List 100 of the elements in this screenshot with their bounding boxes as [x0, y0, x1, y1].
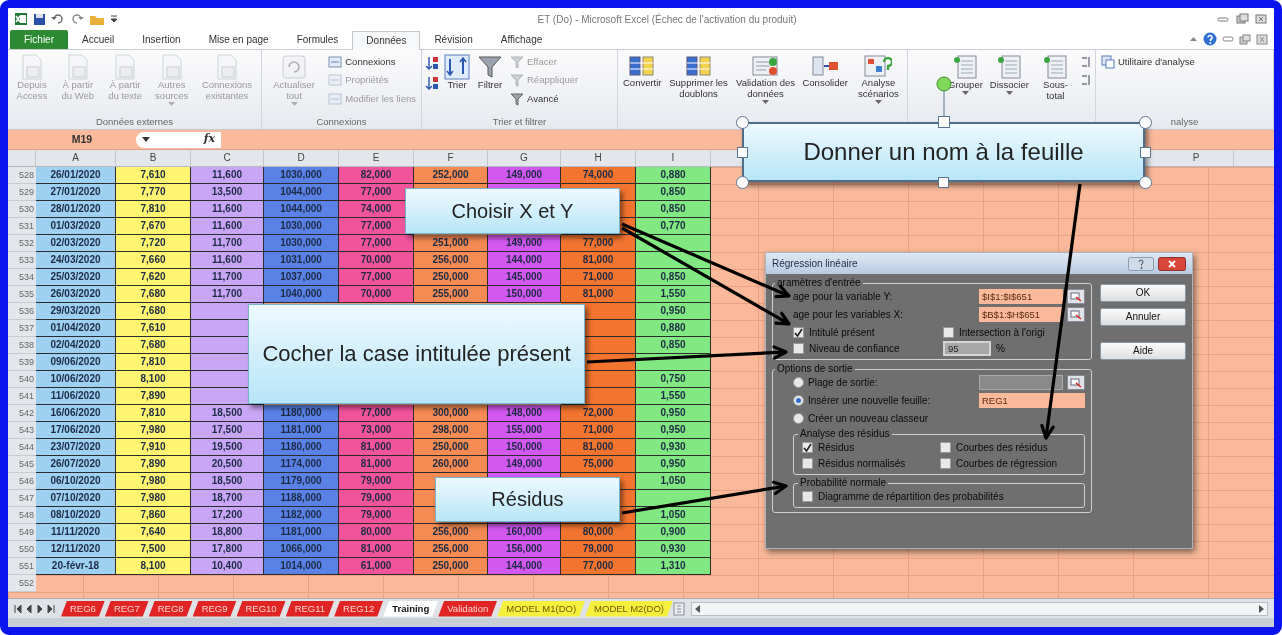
ribbon-tab[interactable]: Données [352, 31, 421, 50]
save-icon[interactable] [33, 12, 46, 26]
rotation-handle[interactable] [935, 76, 952, 128]
ribbon-tab[interactable]: Affichage [486, 30, 557, 49]
radio-button[interactable] [793, 395, 804, 406]
sheet-tab[interactable]: REG6 [61, 600, 105, 617]
row-number: 532 [8, 235, 36, 252]
redo-icon[interactable] [70, 13, 84, 25]
ribbon-tab[interactable]: Fichier [10, 30, 68, 49]
checkbox[interactable] [802, 457, 813, 469]
range-picker-icon[interactable] [1067, 375, 1085, 390]
restore-icon[interactable] [1239, 33, 1251, 45]
dialog-button[interactable]: Annuler [1100, 308, 1186, 326]
nav-arrow-icon[interactable] [36, 603, 44, 614]
input-field[interactable]: REG1 [979, 393, 1085, 408]
sheet-tab[interactable]: REG8 [148, 600, 193, 617]
ribbon-tab[interactable]: Révision [420, 30, 487, 49]
column-header[interactable]: F [414, 150, 488, 166]
sheet-tab[interactable]: MODEL M2(DO) [585, 600, 673, 617]
sheet-tab[interactable]: REG11 [285, 600, 335, 617]
sheet-tab[interactable]: Validation [438, 600, 498, 617]
left-arrow-icon[interactable] [693, 604, 701, 613]
checkbox[interactable] [943, 326, 954, 338]
checkbox[interactable] [940, 457, 951, 469]
selection-handle[interactable] [736, 146, 748, 158]
column-header[interactable]: G [488, 150, 561, 166]
ribbon-button[interactable]: Analyse scénarios [852, 53, 904, 106]
radio-button[interactable] [793, 377, 804, 388]
restore-icon[interactable] [1235, 13, 1249, 25]
ribbon-button[interactable]: Filtrer [475, 53, 505, 92]
ribbon-button[interactable]: Utilitaire d'analyse [1099, 55, 1197, 70]
dialog-button[interactable]: OK [1100, 284, 1186, 302]
ribbon-tab[interactable]: Formules [282, 30, 353, 49]
sheet-tab[interactable]: REG10 [236, 600, 286, 617]
input-field[interactable]: $B$1:$H$651 [979, 307, 1063, 322]
undo-icon[interactable] [51, 13, 65, 25]
caret-icon[interactable] [110, 14, 118, 24]
name-box[interactable]: M19 [8, 131, 136, 148]
caret-icon[interactable] [142, 136, 150, 143]
sheet-tab[interactable]: REG7 [104, 600, 149, 617]
checkbox[interactable] [802, 441, 813, 453]
ribbon-button[interactable]: Avancé [508, 91, 581, 106]
horizontal-scrollbar[interactable] [690, 601, 1268, 616]
outline-icon[interactable] [1080, 55, 1092, 69]
column-header[interactable]: B [116, 150, 191, 166]
checkbox[interactable] [940, 441, 951, 453]
checkbox[interactable] [793, 342, 804, 354]
table-cell: 1188,000 [264, 490, 339, 507]
collapse-icon[interactable] [1189, 35, 1198, 43]
outline-icon[interactable] [1080, 73, 1092, 87]
ribbon-button[interactable]: Trier [442, 53, 472, 92]
sort-icon[interactable] [425, 55, 439, 71]
close-icon[interactable] [1254, 13, 1268, 25]
help-icon[interactable] [1203, 32, 1217, 46]
selection-handle[interactable] [938, 176, 949, 188]
column-header[interactable]: E [339, 150, 414, 166]
dialog-button[interactable]: Aide [1100, 342, 1186, 360]
ribbon-button[interactable]: Dissocier [987, 53, 1031, 97]
ribbon-button[interactable]: Sous-total [1033, 53, 1077, 103]
selection-handle[interactable] [1139, 146, 1151, 158]
column-header[interactable]: C [191, 150, 264, 166]
column-header[interactable]: P [1159, 150, 1234, 166]
sheet-tab[interactable]: REG9 [192, 600, 237, 617]
range-picker-icon[interactable] [1067, 307, 1085, 322]
sheet-tab[interactable]: MODEL M1(DO) [497, 600, 586, 617]
column-header[interactable]: A [36, 150, 116, 166]
ribbon-button[interactable]: Consolider [800, 53, 850, 90]
nav-arrow-icon[interactable] [14, 603, 22, 614]
sort-icon[interactable] [425, 75, 439, 91]
input-field[interactable]: $I$1:$I$651 [979, 289, 1063, 304]
input-field[interactable] [979, 375, 1063, 390]
column-header[interactable]: D [264, 150, 339, 166]
ribbon-button[interactable]: Convertir [621, 53, 664, 90]
row-number: 535 [8, 286, 36, 303]
sheet-tab[interactable]: Training [383, 600, 439, 617]
close-icon[interactable] [1256, 33, 1268, 45]
nav-arrow-icon[interactable] [25, 603, 33, 614]
range-picker-icon[interactable] [1067, 289, 1085, 304]
checkbox[interactable] [793, 326, 804, 338]
input-field[interactable]: 95 [943, 340, 991, 356]
minimize-icon[interactable] [1216, 14, 1230, 24]
close-button[interactable] [1158, 256, 1186, 271]
ribbon-tab[interactable]: Accueil [68, 30, 129, 49]
radio-button[interactable] [793, 413, 804, 424]
ribbon-button[interactable]: Connexions [326, 55, 418, 70]
ribbon-button[interactable]: Supprimer les doublons [666, 53, 731, 101]
excel-icon[interactable] [14, 12, 28, 26]
minimize-icon[interactable] [1222, 34, 1234, 44]
ribbon-tab[interactable]: Insertion [128, 30, 195, 49]
sheet-tab[interactable]: REG12 [334, 600, 384, 617]
right-arrow-icon[interactable] [1258, 604, 1265, 613]
function-button[interactable]: fx [203, 131, 215, 148]
column-header[interactable]: H [561, 150, 636, 166]
table-cell: 74,000 [561, 167, 636, 184]
column-header[interactable]: I [636, 150, 711, 166]
checkbox[interactable] [802, 490, 813, 502]
ribbon-button[interactable]: Grouper [946, 53, 985, 97]
ribbon-button[interactable]: Validation des données [733, 53, 798, 106]
ribbon-tab[interactable]: Mise en page [194, 30, 283, 49]
nav-arrow-icon[interactable] [47, 603, 55, 614]
